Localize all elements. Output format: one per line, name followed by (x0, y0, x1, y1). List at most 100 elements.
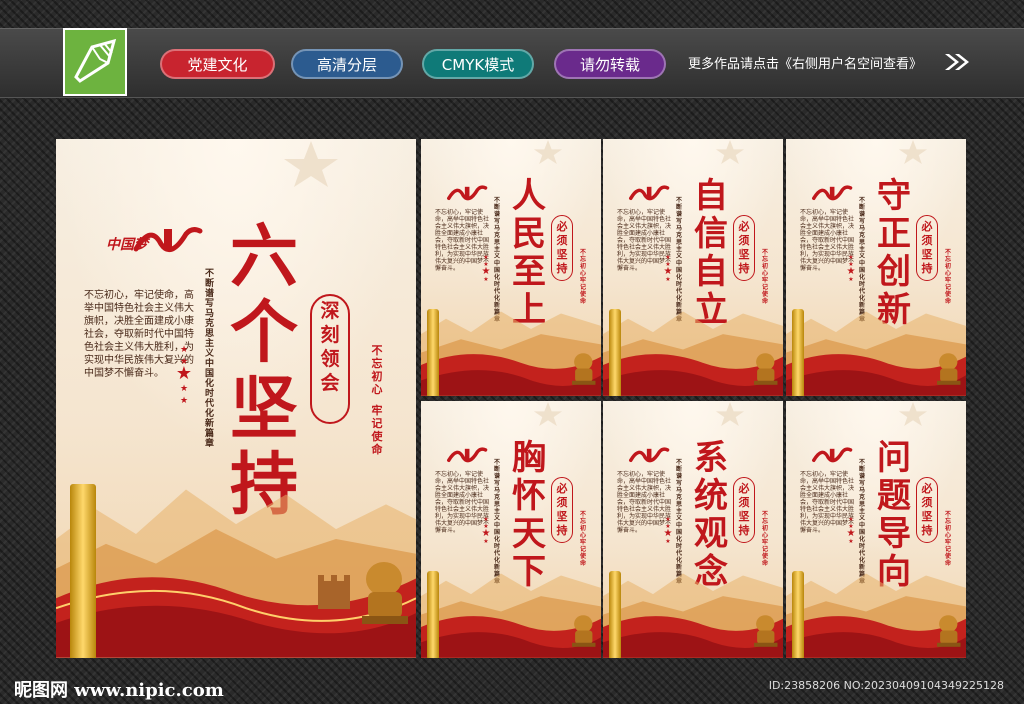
sub-poster: 胸怀天下必须坚持不忘初心 牢记使命不断谱写马克思主义中国化时代化新篇章不忘初心，… (421, 401, 601, 658)
title-char: 个 (229, 293, 298, 373)
huabiao-pillar (70, 484, 96, 658)
badge-char: 持 (921, 524, 933, 537)
title-char: 民 (512, 214, 546, 254)
stone-lion-icon (754, 353, 778, 385)
star-icon (533, 140, 563, 164)
badge-char: 持 (921, 262, 933, 275)
huabiao-pillar (792, 309, 804, 396)
title-char: 胸 (512, 438, 546, 478)
badge-char: 持 (738, 262, 750, 275)
star-decoration: ★ ★ ★ ★ ★ (175, 345, 193, 406)
stone-lion-icon (362, 562, 408, 624)
star-decoration: ★ ★ ★ ★ (481, 254, 491, 283)
slogan-char: 忘 (371, 357, 383, 370)
badge-char: 须 (921, 496, 933, 509)
must-uphold-badge: 必须坚持 (733, 215, 755, 281)
sub-poster: 系统观念必须坚持不忘初心 牢记使命不断谱写马克思主义中国化时代化新篇章不忘初心，… (603, 401, 783, 658)
star-decoration: ★ ★ ★ ★ (846, 516, 856, 545)
star-icon (898, 140, 928, 164)
badge-char: 坚 (556, 510, 568, 523)
star-decoration: ★ ★ ★ ★ (481, 516, 491, 545)
must-uphold-badge: 必须坚持 (551, 477, 573, 543)
badge-char: 坚 (921, 248, 933, 261)
badge-char: 须 (738, 496, 750, 509)
huabiao-pillar (427, 309, 439, 396)
title-char: 自 (694, 176, 728, 216)
slogan-char: 心 (371, 383, 383, 396)
site-watermark: 昵图网 www.nipic.com (14, 680, 224, 701)
title-char: 导 (877, 514, 911, 554)
badge-char: 须 (738, 234, 750, 247)
title-char: 人 (512, 176, 546, 216)
star-decoration: ★ ★ ★ ★ (663, 516, 673, 545)
great-wall-logo-icon (447, 185, 488, 201)
huabiao-pillar (792, 571, 804, 658)
huabiao-pillar (609, 571, 621, 658)
tag-party-culture[interactable]: 党建文化 (160, 49, 275, 79)
title-char: 题 (877, 476, 911, 516)
badge-char: 坚 (921, 510, 933, 523)
great-wall-tower-icon (318, 575, 350, 609)
more-works-link[interactable]: 更多作品请点击《右侧用户名空间查看》 (688, 53, 922, 72)
star-decoration: ★ ★ ★ ★ (663, 254, 673, 283)
slogan-char: 记 (371, 417, 383, 430)
tag-cmyk-mode[interactable]: CMYK模式 (422, 49, 534, 79)
image-id-text: ID:23858206 NO:20230409104349225128 (768, 679, 1004, 692)
badge-char: 须 (556, 496, 568, 509)
slogan-char: 初 (371, 370, 383, 383)
title-char: 创 (877, 252, 911, 292)
title-char: 正 (877, 214, 911, 254)
stone-lion-icon (572, 353, 596, 385)
title-char: 六 (229, 217, 298, 297)
stone-lion-icon (937, 353, 961, 385)
star-decoration: ★ ★ ★ ★ (846, 254, 856, 283)
great-wall-logo-icon (629, 447, 670, 463)
title-char: 自 (694, 252, 728, 292)
badge-char: 持 (556, 262, 568, 275)
badge-char: 领 (320, 348, 340, 370)
title-char: 统 (694, 476, 728, 516)
great-wall-logo-icon (629, 185, 670, 201)
stone-lion-icon (937, 615, 961, 647)
star-icon (715, 140, 745, 164)
badge-char: 必 (556, 220, 568, 233)
must-uphold-badge: 必须坚持 (551, 215, 573, 281)
title-char: 系 (694, 438, 728, 478)
star-icon (715, 402, 745, 426)
must-uphold-badge: 必须坚持 (916, 477, 938, 543)
badge-char: 坚 (738, 510, 750, 523)
must-uphold-badge: 必须坚持 (733, 477, 755, 543)
huabiao-pillar (427, 571, 439, 658)
badge-char: 必 (921, 220, 933, 233)
pen-nib-icon[interactable] (63, 28, 127, 96)
badge-char: 坚 (738, 248, 750, 261)
badge-char: 须 (921, 234, 933, 247)
great-wall-logo-icon (812, 447, 853, 463)
sub-poster: 自信自立必须坚持不忘初心 牢记使命不断谱写马克思主义中国化时代化新篇章不忘初心，… (603, 139, 783, 396)
slogan-char: 牢 (371, 404, 383, 417)
badge-char: 须 (556, 234, 568, 247)
star-icon (533, 402, 563, 426)
sub-poster: 问题导向必须坚持不忘初心 牢记使命不断谱写马克思主义中国化时代化新篇章不忘初心，… (786, 401, 966, 658)
badge-char: 必 (738, 220, 750, 233)
tag-no-repost[interactable]: 请勿转载 (554, 49, 666, 79)
badge-char: 必 (921, 482, 933, 495)
great-wall-logo-icon (447, 447, 488, 463)
title-char: 怀 (512, 476, 546, 516)
badge-char: 持 (556, 524, 568, 537)
double-chevron-right-icon[interactable] (943, 52, 971, 72)
badge-char: 必 (738, 482, 750, 495)
title-char: 信 (694, 214, 728, 254)
deep-understanding-text: 深 刻 领 会 (313, 299, 347, 395)
title-char: 至 (512, 252, 546, 292)
tag-hd-layers[interactable]: 高清分层 (291, 49, 403, 79)
great-wall-logo-icon (133, 227, 203, 253)
badge-char: 必 (556, 482, 568, 495)
sub-poster: 守正创新必须坚持不忘初心 牢记使命不断谱写马克思主义中国化时代化新篇章不忘初心，… (786, 139, 966, 396)
main-poster: 中国梦 六 个 坚 持 深 刻 领 会 不 忘 初 心 牢 记 使 命 不断谱写… (56, 139, 416, 658)
title-char: 守 (877, 176, 911, 216)
must-uphold-badge: 必须坚持 (916, 215, 938, 281)
badge-char: 深 (320, 300, 340, 322)
badge-char: 会 (320, 372, 340, 394)
badge-char: 持 (738, 524, 750, 537)
